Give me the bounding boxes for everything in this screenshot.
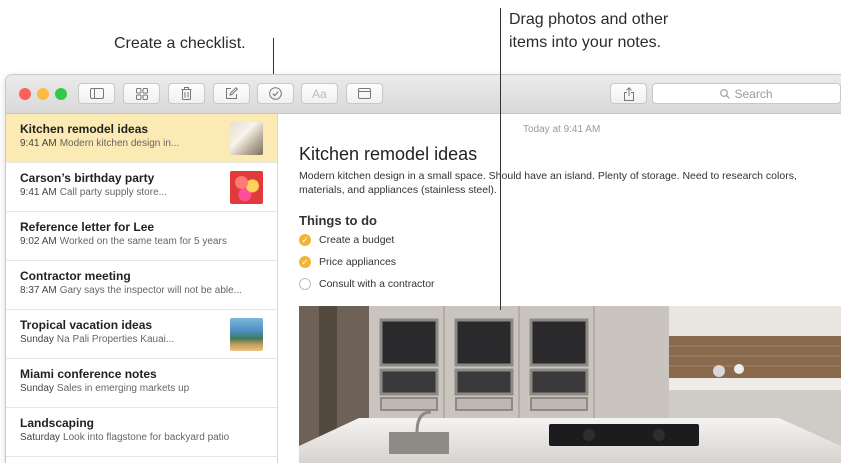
- toggle-folders-button[interactable]: [78, 83, 115, 104]
- checklist-item-text: Create a budget: [319, 234, 395, 246]
- new-note-button[interactable]: [213, 83, 250, 104]
- add-table-button[interactable]: [346, 83, 383, 104]
- unchecked-circle-icon[interactable]: [299, 278, 311, 290]
- note-list-item[interactable]: Tropical vacation ideas Sunday Na Pali Pr…: [6, 310, 277, 359]
- note-preview-text: Sales in emerging markets up: [56, 383, 190, 394]
- note-time: 9:41 AM: [20, 138, 57, 149]
- format-button[interactable]: Aa: [301, 83, 338, 104]
- checklist-icon: [269, 87, 282, 100]
- checklist-heading: Things to do: [299, 213, 377, 228]
- share-button[interactable]: [610, 83, 647, 104]
- toolbar: Aa Search: [6, 75, 841, 114]
- minimize-button[interactable]: [37, 88, 49, 100]
- compose-icon: [226, 87, 238, 99]
- note-list-item[interactable]: Miami conference notes Sunday Sales in em…: [6, 359, 277, 408]
- format-label: Aa: [312, 86, 327, 101]
- callout-drag-line2: items into your notes.: [509, 34, 662, 51]
- kitchen-thumbnail: [230, 122, 263, 155]
- sidebar-icon: [89, 88, 104, 99]
- note-list-item[interactable]: Kitchen remodel ideas 9:41 AM Modern kitc…: [6, 114, 277, 163]
- search-field[interactable]: Search: [652, 83, 841, 104]
- note-title: Miami conference notes: [20, 367, 157, 381]
- note-preview: 8:37 AM Gary says the inspector will not …: [20, 285, 277, 296]
- note-preview-text: Call party supply store...: [59, 187, 167, 198]
- checklist-item-text: Consult with a contractor: [319, 278, 435, 290]
- checklist-item: ✓ Price appliances: [299, 256, 396, 268]
- note-preview-text: Na Pali Properties Kauai...: [56, 334, 175, 345]
- note-preview-text: Worked on the same team for 5 years: [59, 236, 227, 247]
- callout-checklist: Create a checklist.: [114, 35, 246, 52]
- note-title: Reference letter for Lee: [20, 220, 155, 234]
- note-time: 8:37 AM: [20, 285, 57, 296]
- search-icon: [720, 88, 731, 99]
- note-list-item[interactable]: Contractor meeting 8:37 AM Gary says the …: [6, 261, 277, 310]
- note-preview: Saturday Look into flagstone for backyard…: [20, 432, 277, 443]
- note-preview-text: Modern kitchen design in...: [59, 138, 180, 149]
- grid-icon: [135, 87, 148, 100]
- note-editor[interactable]: Today at 9:41 AM Kitchen remodel ideas M…: [278, 114, 841, 463]
- checklist-item: ✓ Create a budget: [299, 234, 394, 246]
- table-icon: [358, 88, 371, 99]
- note-title: Contractor meeting: [20, 269, 131, 283]
- attachments-browser-button[interactable]: [123, 83, 160, 104]
- checklist-button[interactable]: [257, 83, 294, 104]
- checked-circle-icon[interactable]: ✓: [299, 234, 311, 246]
- checklist-item-text: Price appliances: [319, 256, 397, 268]
- note-time: 9:41 AM: [20, 187, 57, 198]
- note-list-item[interactable]: Landscaping Saturday Look into flagstone …: [6, 408, 277, 457]
- kitchen-photo-illustration: [299, 306, 841, 463]
- note-list-item[interactable]: Carson’s birthday party 9:41 AM Call part…: [6, 163, 277, 212]
- trash-icon: [181, 87, 192, 100]
- note-preview-text: Gary says the inspector will not be able…: [59, 285, 243, 296]
- checked-circle-icon[interactable]: ✓: [299, 256, 311, 268]
- notes-window: Aa Search Kitchen remodel ideas 9:41 AM M…: [6, 75, 841, 463]
- note-title: Landscaping: [20, 416, 95, 430]
- delete-button[interactable]: [168, 83, 205, 104]
- note-time: Sunday: [20, 334, 54, 345]
- share-icon: [623, 86, 634, 101]
- note-list-item[interactable]: Reference letter for Lee 9:02 AM Worked o…: [6, 212, 277, 261]
- callout-drag-line1: Drag photos and other: [509, 11, 669, 28]
- note-time: Sunday: [20, 383, 54, 394]
- note-preview: Sunday Sales in emerging markets up: [20, 383, 277, 394]
- balloons-thumbnail: [230, 171, 263, 204]
- note-date: Today at 9:41 AM: [523, 124, 601, 135]
- note-body-text: Modern kitchen design in a small space. …: [299, 170, 797, 196]
- note-time: 9:02 AM: [20, 236, 57, 247]
- note-preview: 9:02 AM Worked on the same team for 5 yea…: [20, 236, 277, 247]
- note-heading: Kitchen remodel ideas: [299, 144, 478, 164]
- checklist-item: Consult with a contractor: [299, 278, 435, 290]
- kitchen-photo[interactable]: [299, 306, 841, 463]
- close-button[interactable]: [19, 88, 31, 100]
- zoom-button[interactable]: [55, 88, 67, 100]
- note-time: Saturday: [20, 432, 61, 443]
- search-placeholder: Search: [734, 86, 773, 101]
- callout-drag-line: [500, 8, 501, 310]
- notes-list: Kitchen remodel ideas 9:41 AM Modern kitc…: [6, 114, 278, 463]
- coast-thumbnail: [230, 318, 263, 351]
- note-preview-text: Look into flagstone for backyard patio: [63, 432, 230, 443]
